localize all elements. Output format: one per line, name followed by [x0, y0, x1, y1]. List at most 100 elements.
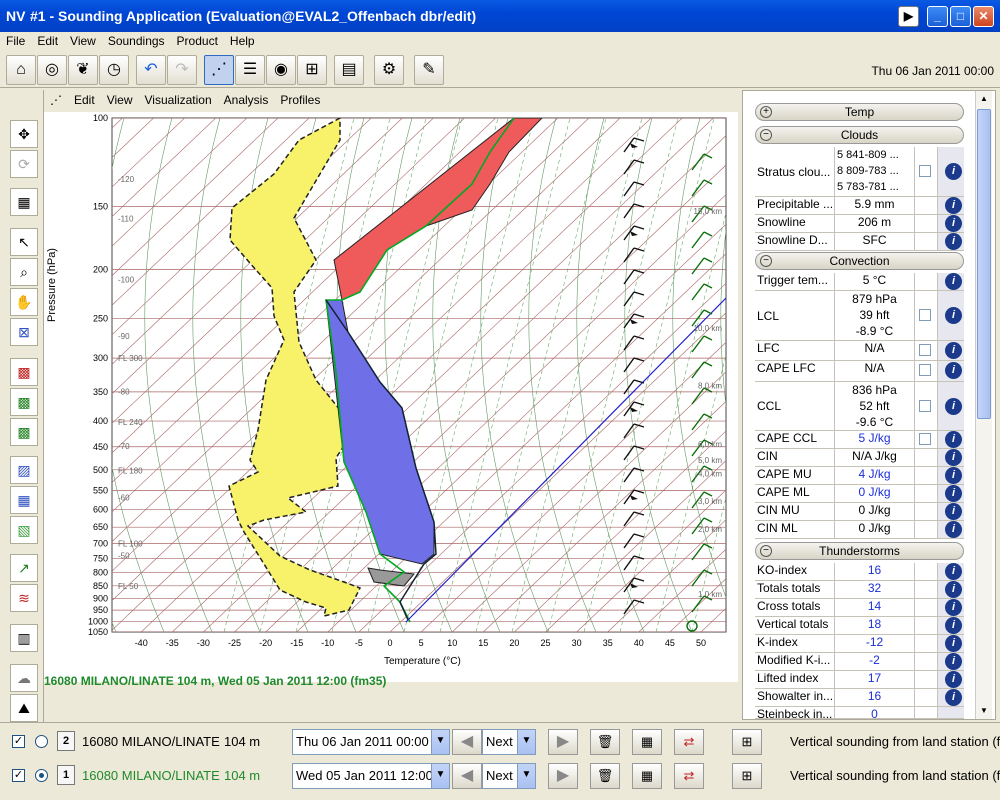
hatch-icon[interactable]: ▨	[10, 456, 38, 484]
play-icon[interactable]: ▶	[898, 6, 919, 27]
chart-menu-profiles[interactable]: Profiles	[274, 90, 326, 107]
info-icon[interactable]: i	[945, 485, 962, 502]
minimize-button[interactable]: _	[927, 6, 948, 27]
scroll-down-icon[interactable]: ▼	[976, 703, 992, 719]
settings-icon[interactable]: ⚙	[374, 55, 404, 85]
visible-checkbox[interactable]: ✓	[12, 769, 25, 782]
info-icon[interactable]: i	[945, 467, 962, 484]
previous-button[interactable]: ◀	[452, 763, 482, 789]
chevron-down-icon[interactable]: ▼	[517, 764, 535, 788]
redo-icon[interactable]: ↷	[167, 55, 197, 85]
move-icon[interactable]: ✥	[10, 120, 38, 148]
map-icon[interactable]: ⊞	[732, 763, 762, 789]
close-button[interactable]: ✕	[973, 6, 994, 27]
info-icon[interactable]: i	[945, 197, 962, 214]
export-icon[interactable]: ⇄	[674, 763, 704, 789]
checkbox[interactable]	[919, 400, 931, 412]
info-icon[interactable]: i	[945, 689, 962, 706]
step-select[interactable]: Next ▼	[482, 729, 536, 755]
info-icon[interactable]: i	[945, 449, 962, 466]
zoom-icon[interactable]: ⌕	[10, 258, 38, 286]
info-icon[interactable]: i	[945, 581, 962, 598]
hand-icon[interactable]: ✋	[10, 288, 38, 316]
collapse-icon[interactable]: −	[760, 129, 772, 141]
info-icon[interactable]: i	[945, 215, 962, 232]
step-select[interactable]: Next ▼	[482, 763, 536, 789]
info-icon[interactable]: i	[945, 521, 962, 538]
chevron-down-icon[interactable]: ▼	[431, 764, 449, 788]
menu-product[interactable]: Product	[171, 32, 224, 48]
menu-view[interactable]: View	[64, 32, 102, 48]
info-icon[interactable]: i	[945, 273, 962, 290]
skewt-svg[interactable]: 1001502002503003504004505005506006507007…	[44, 112, 738, 682]
checkbox[interactable]	[919, 309, 931, 321]
chevron-down-icon[interactable]: ▼	[517, 730, 535, 754]
pointer-icon[interactable]: ↖	[10, 228, 38, 256]
expand-icon[interactable]: +	[760, 106, 772, 118]
layer-red-icon[interactable]: ▩	[10, 358, 38, 386]
layer-green-icon[interactable]: ▩	[10, 388, 38, 416]
info-icon[interactable]: i	[945, 599, 962, 616]
menu-help[interactable]: Help	[224, 32, 261, 48]
layer-edit-icon[interactable]: ▩	[10, 418, 38, 446]
scroll-thumb[interactable]	[977, 109, 991, 419]
info-icon[interactable]: i	[945, 342, 962, 359]
open-icon[interactable]: ⌂	[6, 55, 36, 85]
chart-menu-visualization[interactable]: Visualization	[138, 90, 217, 107]
menu-file[interactable]: File	[0, 32, 31, 48]
checkbox[interactable]	[919, 364, 931, 376]
info-icon[interactable]: i	[945, 671, 962, 688]
scroll-up-icon[interactable]: ▲	[976, 91, 992, 107]
chart-menu-icon[interactable]: ⋰	[44, 90, 68, 107]
date-select[interactable]: Wed 05 Jan 2011 12:00 ▼	[292, 763, 450, 789]
undo-icon[interactable]: ↶	[136, 55, 166, 85]
skewt-icon[interactable]: ⋰	[204, 55, 234, 85]
checkbox[interactable]	[919, 344, 931, 356]
chevron-down-icon[interactable]: ▼	[431, 730, 449, 754]
menu-soundings[interactable]: Soundings	[102, 32, 171, 48]
menu-edit[interactable]: Edit	[31, 32, 64, 48]
leaf-icon[interactable]: ❦	[68, 55, 98, 85]
section-temp[interactable]: + Temp	[755, 103, 964, 121]
visible-checkbox[interactable]: ✓	[12, 735, 25, 748]
table-icon[interactable]: ▦	[10, 188, 38, 216]
collapse-icon[interactable]: −	[760, 545, 772, 557]
next-button[interactable]: ▶	[548, 763, 578, 789]
info-icon[interactable]: i	[945, 307, 962, 324]
panel-scrollbar[interactable]: ▲ ▼	[975, 91, 992, 719]
globe-icon[interactable]: ◎	[37, 55, 67, 85]
info-icon[interactable]: i	[945, 431, 962, 448]
chart-menu-view[interactable]: View	[101, 90, 139, 107]
chart-menu-analysis[interactable]: Analysis	[218, 90, 275, 107]
maximize-button[interactable]: □	[950, 6, 971, 27]
section-convection[interactable]: − Convection	[755, 252, 964, 270]
section-clouds[interactable]: − Clouds	[755, 126, 964, 144]
info-icon[interactable]: i	[945, 617, 962, 634]
info-icon[interactable]: i	[945, 563, 962, 580]
table-icon[interactable]: ☰	[235, 55, 265, 85]
pencil-icon[interactable]: ✎	[414, 55, 444, 85]
trash-icon[interactable]: 🗑	[590, 763, 620, 789]
clock-icon[interactable]: ◷	[99, 55, 129, 85]
map-icon[interactable]: ⊞	[732, 729, 762, 755]
grid-view-icon[interactable]: ⊞	[297, 55, 327, 85]
info-icon[interactable]: i	[945, 503, 962, 520]
info-icon[interactable]: i	[945, 653, 962, 670]
section-thunderstorms[interactable]: − Thunderstorms	[755, 542, 964, 560]
checkbox[interactable]	[919, 433, 931, 445]
trash-icon[interactable]: 🗑	[590, 729, 620, 755]
info-icon[interactable]: i	[945, 362, 962, 379]
select-radio[interactable]	[35, 769, 48, 782]
hodograph-icon[interactable]: ◉	[266, 55, 296, 85]
cloud-icon[interactable]: ☁	[10, 664, 38, 692]
select-radio[interactable]	[35, 735, 48, 748]
grid-select-icon[interactable]: ⊠	[10, 318, 38, 346]
date-select[interactable]: Thu 06 Jan 2011 00:00 ▼	[292, 729, 450, 755]
skewt-chart[interactable]: 100 150 200 250 300 350 400 450 500 550 600 650 700 7…	[44, 112, 738, 682]
terrain-icon[interactable]: ⛰	[10, 694, 38, 722]
grid-layer-icon[interactable]: ▦	[632, 729, 662, 755]
chart-menu-edit[interactable]: Edit	[68, 90, 101, 107]
info-icon[interactable]: i	[945, 398, 962, 415]
previous-button[interactable]: ◀	[452, 729, 482, 755]
stripes-icon[interactable]: ▧	[10, 516, 38, 544]
